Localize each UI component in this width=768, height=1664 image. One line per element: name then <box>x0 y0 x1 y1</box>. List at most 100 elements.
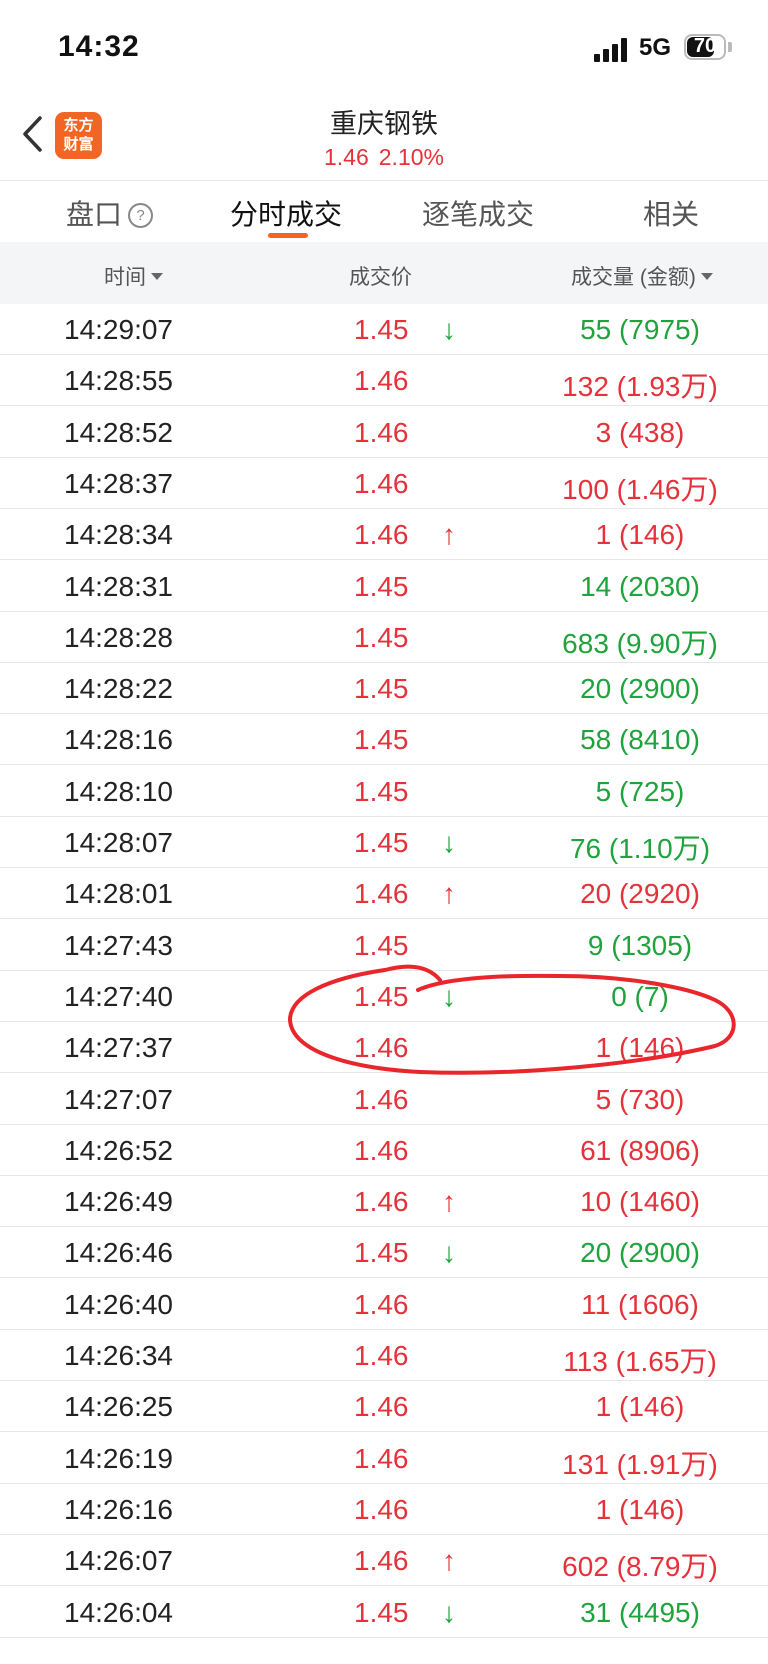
trade-row[interactable]: 14:26:52 1.46 61 (8906) <box>0 1125 768 1176</box>
trade-time: 14:28:37 <box>64 467 173 499</box>
tab-related[interactable]: 相关 <box>643 193 699 233</box>
trade-row[interactable]: 14:28:07 1.45 ↓ 76 (1.10万) <box>0 817 768 868</box>
trade-time: 14:27:37 <box>64 1032 173 1064</box>
trade-row[interactable]: 14:27:40 1.45 ↓ 0 (7) <box>0 971 768 1022</box>
tab-tick-trades[interactable]: 逐笔成交 <box>422 193 534 233</box>
trade-time: 14:27:43 <box>64 929 173 961</box>
tab-pankou[interactable]: 盘口? <box>66 193 154 233</box>
trade-volume: 1 (146) <box>595 1391 685 1423</box>
trade-time: 14:28:52 <box>64 416 173 448</box>
trade-price: 1.46 <box>354 1288 409 1320</box>
arrow-down-icon: ↓ <box>442 1237 456 1269</box>
trade-time: 14:26:46 <box>64 1237 173 1269</box>
trade-time: 14:28:34 <box>64 519 173 551</box>
trade-volume: 76 (1.10万) <box>569 833 711 864</box>
network-label: 5G <box>639 34 672 61</box>
trade-row[interactable]: 14:27:07 1.46 5 (730) <box>0 1074 768 1125</box>
trade-row[interactable]: 14:28:01 1.46 ↑ 20 (2920) <box>0 868 768 920</box>
trade-time: 14:26:49 <box>64 1186 173 1218</box>
trade-row[interactable]: 14:26:40 1.46 11 (1606) <box>0 1279 768 1330</box>
trade-row[interactable]: 14:28:52 1.46 3 (438) <box>0 407 768 458</box>
sort-time[interactable]: 时间 <box>104 261 163 291</box>
trade-row[interactable]: 14:28:34 1.46 ↑ 1 (146) <box>0 509 768 561</box>
trade-row[interactable]: 14:26:46 1.45 ↓ 20 (2900) <box>0 1227 768 1279</box>
battery-nub <box>728 42 732 52</box>
arrow-down-icon: ↓ <box>442 827 456 858</box>
trade-volume: 58 (8410) <box>580 724 700 756</box>
trade-price: 1.46 <box>354 365 409 397</box>
stock-quote: 1.46 2.10% <box>0 144 768 171</box>
trade-row[interactable]: 14:28:31 1.45 14 (2030) <box>0 561 768 612</box>
active-tab-indicator <box>268 233 308 238</box>
trade-price: 1.46 <box>354 1032 409 1064</box>
trade-price: 1.46 <box>354 1391 409 1423</box>
arrow-down-icon: ↓ <box>442 1596 456 1628</box>
trade-row[interactable]: 14:26:49 1.46 ↑ 10 (1460) <box>0 1176 768 1228</box>
trade-row[interactable]: 14:26:19 1.46 131 (1.91万) <box>0 1433 768 1484</box>
trade-price: 1.46 <box>354 878 409 910</box>
signal-icon <box>594 38 630 62</box>
trade-volume: 602 (8.79万) <box>562 1551 718 1583</box>
trade-price: 1.46 <box>354 1340 409 1371</box>
trade-row[interactable]: 14:28:22 1.45 20 (2900) <box>0 663 768 715</box>
status-bar: 14:32 5G 70 <box>0 0 768 96</box>
trade-volume: 55 (7975) <box>580 314 700 345</box>
trade-time: 14:26:52 <box>64 1134 173 1166</box>
status-time: 14:32 <box>58 30 140 63</box>
trade-time: 14:26:34 <box>64 1340 173 1371</box>
arrow-up-icon: ↑ <box>442 1545 456 1577</box>
trade-price: 1.46 <box>354 467 409 499</box>
tab-time-trades[interactable]: 分时成交 <box>230 193 342 233</box>
trade-price: 1.46 <box>354 1442 409 1474</box>
trade-volume: 20 (2920) <box>580 878 700 910</box>
trade-volume: 10 (1460) <box>580 1186 700 1218</box>
trade-row[interactable]: 14:28:10 1.45 5 (725) <box>0 766 768 817</box>
trade-price: 1.45 <box>354 570 409 602</box>
trade-row[interactable]: 14:26:04 1.45 ↓ 31 (4495) <box>0 1587 768 1638</box>
trade-time: 14:26:25 <box>64 1391 173 1423</box>
trade-list[interactable]: 14:29:07 1.45 ↓ 55 (7975) 14:28:55 1.46 132 (1… <box>0 304 768 1664</box>
trade-row[interactable]: 14:28:37 1.46 100 (1.46万) <box>0 458 768 509</box>
arrow-up-icon: ↑ <box>442 878 456 910</box>
trade-time: 14:28:55 <box>64 365 173 397</box>
trade-row[interactable]: 14:26:16 1.46 1 (146) <box>0 1484 768 1535</box>
trade-row[interactable]: 14:27:43 1.45 9 (1305) <box>0 920 768 971</box>
battery-level: 70 <box>693 35 717 57</box>
trade-time: 14:29:07 <box>64 314 173 345</box>
trade-row[interactable]: 14:26:07 1.46 ↑ 602 (8.79万) <box>0 1535 768 1587</box>
trade-time: 14:28:22 <box>64 673 173 705</box>
trade-row[interactable]: 14:28:28 1.45 683 (9.90万) <box>0 612 768 663</box>
trade-time: 14:28:28 <box>64 621 173 653</box>
trade-volume: 132 (1.93万) <box>562 371 718 403</box>
trade-volume: 9 (1305) <box>587 929 693 961</box>
trade-row[interactable]: 14:29:07 1.45 ↓ 55 (7975) <box>0 304 768 355</box>
trade-row[interactable]: 14:28:55 1.46 132 (1.93万) <box>0 355 768 407</box>
trade-volume: 20 (2900) <box>580 1237 700 1269</box>
trade-time: 14:28:07 <box>64 827 173 858</box>
trade-row[interactable]: 14:26:25 1.46 1 (146) <box>0 1381 768 1433</box>
trade-time: 14:26:04 <box>64 1596 173 1628</box>
caret-down-icon <box>700 273 713 280</box>
stock-name: 重庆钢铁 <box>330 109 438 139</box>
trade-row[interactable]: 14:26:34 1.46 113 (1.65万) <box>0 1330 768 1381</box>
help-icon[interactable]: ? <box>128 203 154 228</box>
trade-time: 14:26:07 <box>64 1545 173 1577</box>
trade-price: 1.45 <box>354 1596 409 1628</box>
trade-volume: 20 (2900) <box>580 673 700 705</box>
trade-volume: 100 (1.46万) <box>562 473 718 505</box>
column-price: 成交价 <box>349 266 412 289</box>
trade-price: 1.45 <box>354 827 409 858</box>
arrow-up-icon: ↑ <box>442 519 456 551</box>
trade-time: 14:27:07 <box>64 1083 173 1115</box>
stock-header: 东方 财富 重庆钢铁 1.46 2.10% <box>0 96 768 180</box>
trade-price: 1.46 <box>354 1186 409 1218</box>
sort-volume[interactable]: 成交量 (金额) <box>571 261 713 291</box>
trade-time: 14:27:40 <box>64 980 173 1012</box>
trade-row[interactable]: 14:28:16 1.45 58 (8410) <box>0 714 768 766</box>
trade-time: 14:28:01 <box>64 878 173 910</box>
trade-row[interactable]: 14:27:37 1.46 1 (146) <box>0 1022 768 1074</box>
trade-volume: 1 (146) <box>595 1032 685 1064</box>
trade-volume: 5 (730) <box>595 1083 685 1115</box>
stock-price: 1.46 <box>324 144 369 170</box>
arrow-up-icon: ↑ <box>442 1186 456 1218</box>
